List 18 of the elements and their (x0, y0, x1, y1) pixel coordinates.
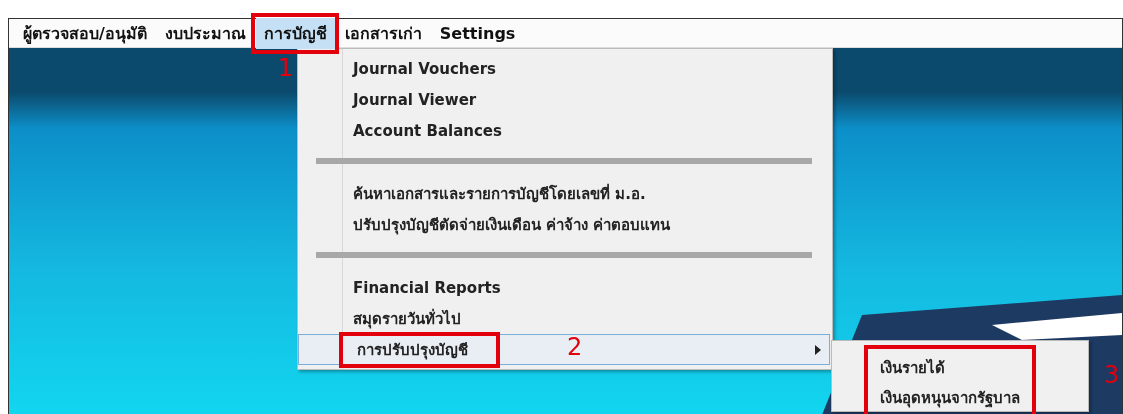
menu-item[interactable]: เงินรายได้ (880, 353, 1020, 383)
menu-item[interactable]: Account Balances (298, 115, 830, 146)
menu-item[interactable]: สมุดรายวันทั่วไป (298, 303, 830, 334)
annotation-number: 2 (567, 333, 583, 361)
menu-item[interactable]: Journal Vouchers (298, 53, 830, 84)
menu-bar-item[interactable]: เอกสารเก่า (336, 17, 430, 49)
annotation-number: 3 (1104, 361, 1120, 389)
menu-item[interactable]: การปรับปรุงบัญชี 2 (298, 334, 830, 365)
menu-item[interactable]: Journal Viewer (298, 84, 830, 115)
menu-item[interactable]: ปรับปรุงบัญชีตัดจ่ายเงินเดือน ค่าจ้าง ค่าตอบแทน (298, 209, 830, 240)
menu-bar-item[interactable]: Settings (431, 20, 524, 46)
menu-item[interactable]: ค้นหาเอกสารและรายการบัญชีโดยเลขที่ ม.อ. (298, 178, 830, 209)
menu-bar-item[interactable]: ผู้ตรวจสอบ/อนุมัติ (15, 17, 155, 49)
menu-item[interactable]: Financial Reports (298, 272, 830, 303)
menu-bar-item[interactable]: การบัญชี (255, 17, 335, 49)
annotation-number: 1 (277, 53, 294, 82)
menu-item[interactable]: เงินอุดหนุนจากรัฐบาล (880, 383, 1020, 413)
menu-bar-item[interactable]: งบประมาณ (156, 17, 254, 49)
